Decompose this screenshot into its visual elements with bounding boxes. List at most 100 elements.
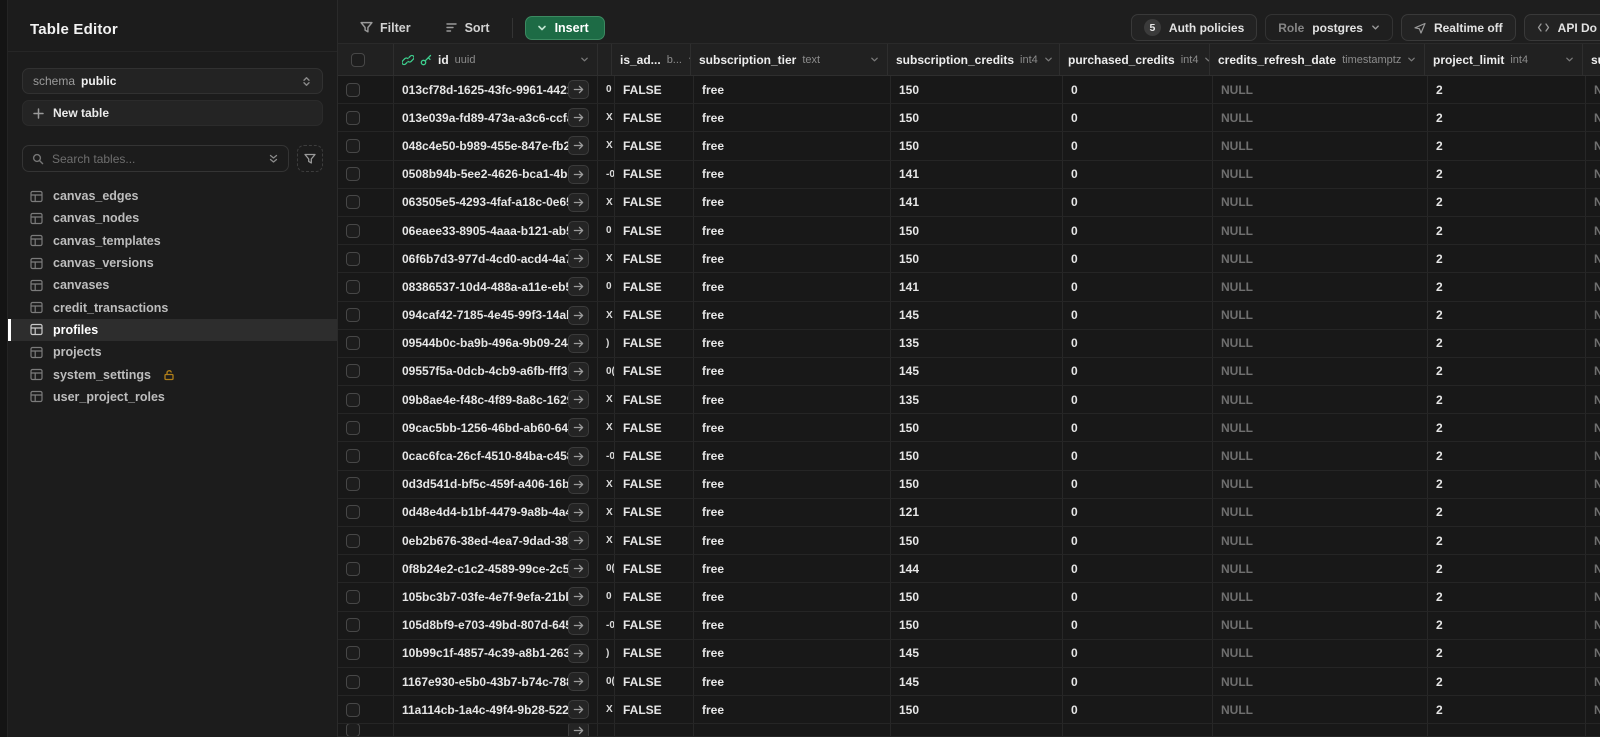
sort-button[interactable]: Sort [435, 16, 500, 40]
cell-credits-refresh-date[interactable]: NULL [1213, 76, 1428, 104]
cell-truncated[interactable]: 0( [598, 667, 615, 696]
cell-purchased-credits[interactable]: 0 [1063, 498, 1213, 526]
cell-credits-refresh-date[interactable]: NULL [1213, 414, 1428, 442]
column-header-subscription-credits[interactable]: subscription_credits int4 [888, 44, 1060, 75]
cell-subscription-credits[interactable]: 150 [891, 414, 1063, 442]
cell-purchased-credits[interactable]: 0 [1063, 245, 1213, 273]
expand-row-button[interactable] [568, 587, 589, 607]
insert-button[interactable]: Insert [524, 15, 605, 40]
row-checkbox[interactable] [346, 674, 360, 689]
realtime-toggle-button[interactable]: Realtime off [1400, 14, 1516, 41]
cell-subscription-credits[interactable]: 150 [891, 696, 1063, 724]
cell-credits-refresh-date[interactable]: NULL [1213, 667, 1428, 696]
cell-subscription-tier[interactable]: free [694, 216, 891, 245]
cell-project-limit[interactable]: 2 [1428, 329, 1586, 357]
cell-truncated[interactable]: ) [598, 329, 615, 357]
cell-purchased-credits[interactable]: 0 [1063, 611, 1213, 639]
cell-subscription-tier[interactable]: free [694, 696, 891, 724]
cell-truncated[interactable]: X [598, 414, 615, 442]
row-checkbox[interactable] [346, 223, 360, 238]
expand-row-button[interactable] [568, 446, 589, 466]
cell-purchased-credits[interactable]: 0 [1063, 188, 1213, 216]
row-checkbox[interactable] [346, 138, 360, 153]
cell-credits-refresh-date[interactable]: NULL [1213, 583, 1428, 611]
cell-project-limit[interactable]: 2 [1428, 216, 1586, 245]
cell-purchased-credits[interactable]: 0 [1063, 696, 1213, 724]
cell-project-limit[interactable]: 2 [1428, 386, 1586, 414]
row-checkbox[interactable] [346, 561, 360, 576]
cell-clipped[interactable]: NULL [1586, 499, 1600, 526]
expand-row-button[interactable] [568, 502, 589, 522]
row-checkbox[interactable] [346, 618, 360, 633]
cell-subscription-credits[interactable]: 145 [891, 639, 1063, 667]
cell-clipped[interactable]: NULL [1586, 414, 1600, 441]
cell-id[interactable]: 0d48e4d4-b1bf-4479-9a8b-4a4b... [394, 498, 598, 526]
cell-is-admin[interactable]: FALSE [615, 132, 694, 160]
auth-policies-button[interactable]: 5 Auth policies [1130, 14, 1258, 41]
cell-credits-refresh-date[interactable]: NULL [1213, 216, 1428, 245]
cell-truncated[interactable]: X [598, 386, 615, 414]
cell-is-admin[interactable]: FALSE [615, 160, 694, 188]
cell-clipped[interactable]: NULL [1586, 76, 1600, 103]
cell-is-admin[interactable]: FALSE [615, 667, 694, 696]
cell-id[interactable]: 11a114cb-1a4c-49f4-9b28-52219ec... [394, 696, 598, 724]
cell-truncated[interactable]: -0 [598, 611, 615, 639]
table-list-item[interactable]: canvas_edges [8, 185, 337, 207]
cell-project-limit[interactable]: 2 [1428, 76, 1586, 104]
row-checkbox[interactable] [346, 392, 360, 407]
cell-id[interactable]: 0eb2b676-38ed-4ea7-9dad-38e6... [394, 527, 598, 555]
cell-project-limit[interactable]: 2 [1428, 611, 1586, 639]
column-header-purchased-credits[interactable]: purchased_credits int4 [1060, 44, 1210, 75]
search-tables-input[interactable] [52, 151, 260, 166]
cell-purchased-credits[interactable]: 0 [1063, 555, 1213, 583]
cell-clipped[interactable]: NULL [1586, 189, 1600, 216]
cell-id[interactable]: 0d3d541d-bf5c-459f-a406-16b93... [394, 470, 598, 498]
cell-project-limit[interactable]: 2 [1428, 301, 1586, 329]
cell-id[interactable]: 09544b0c-ba9b-496a-9b09-244... [394, 329, 598, 357]
row-checkbox[interactable] [346, 308, 360, 323]
expand-row-button[interactable] [568, 390, 589, 410]
cell-subscription-credits[interactable]: 150 [891, 216, 1063, 245]
table-list-item[interactable]: system_settings [8, 363, 337, 385]
cell-credits-refresh-date[interactable]: NULL [1213, 245, 1428, 273]
expand-row-button[interactable] [568, 643, 589, 663]
cell-subscription-credits[interactable]: 150 [891, 76, 1063, 104]
cell-purchased-credits[interactable]: 0 [1063, 104, 1213, 132]
row-checkbox[interactable] [346, 724, 360, 737]
cell-credits-refresh-date[interactable]: NULL [1213, 611, 1428, 639]
cell-id[interactable]: 063505e5-4293-4faf-a18c-0e65b... [394, 188, 598, 216]
cell-project-limit[interactable]: 2 [1428, 667, 1586, 696]
expand-row-button[interactable] [568, 277, 589, 297]
cell-is-admin[interactable]: FALSE [615, 470, 694, 498]
cell-truncated[interactable]: -0 [598, 442, 615, 470]
cell-subscription-tier[interactable]: free [694, 188, 891, 216]
column-header-id[interactable]: id uuid [394, 44, 598, 75]
cell-subscription-tier[interactable]: free [694, 442, 891, 470]
cell-is-admin[interactable]: FALSE [615, 442, 694, 470]
cell-purchased-credits[interactable]: 0 [1063, 470, 1213, 498]
cell-clipped[interactable]: NULL [1586, 358, 1600, 385]
cell-truncated[interactable]: 0 [598, 76, 615, 104]
row-checkbox[interactable] [346, 336, 360, 351]
cell-id[interactable]: 0508b94b-5ee2-4626-bca1-4bca... [394, 160, 598, 188]
cell-is-admin[interactable]: FALSE [615, 76, 694, 104]
schema-select[interactable]: schema public [22, 68, 323, 94]
cell-clipped[interactable]: NULL [1586, 668, 1600, 695]
table-list-item[interactable]: user_project_roles [8, 386, 337, 408]
table-list-item[interactable]: canvas_versions [8, 252, 337, 274]
cell-is-admin[interactable]: FALSE [615, 386, 694, 414]
cell-truncated[interactable]: X [598, 498, 615, 526]
cell-credits-refresh-date[interactable]: NULL [1213, 132, 1428, 160]
cell-is-admin[interactable]: FALSE [615, 611, 694, 639]
cell-credits-refresh-date[interactable]: NULL [1213, 639, 1428, 667]
cell-purchased-credits[interactable]: 0 [1063, 160, 1213, 188]
cell-is-admin[interactable]: FALSE [615, 527, 694, 555]
cell-credits-refresh-date[interactable]: NULL [1213, 498, 1428, 526]
expand-row-button[interactable] [568, 361, 589, 381]
cell-subscription-tier[interactable]: free [694, 667, 891, 696]
cell-credits-refresh-date[interactable]: NULL [1213, 188, 1428, 216]
table-list-item[interactable]: canvas_nodes [8, 207, 337, 229]
expand-row-button[interactable] [568, 164, 589, 184]
cell-id[interactable]: 0cac6fca-26cf-4510-84ba-c4580... [394, 442, 598, 470]
cell-subscription-tier[interactable]: free [694, 527, 891, 555]
